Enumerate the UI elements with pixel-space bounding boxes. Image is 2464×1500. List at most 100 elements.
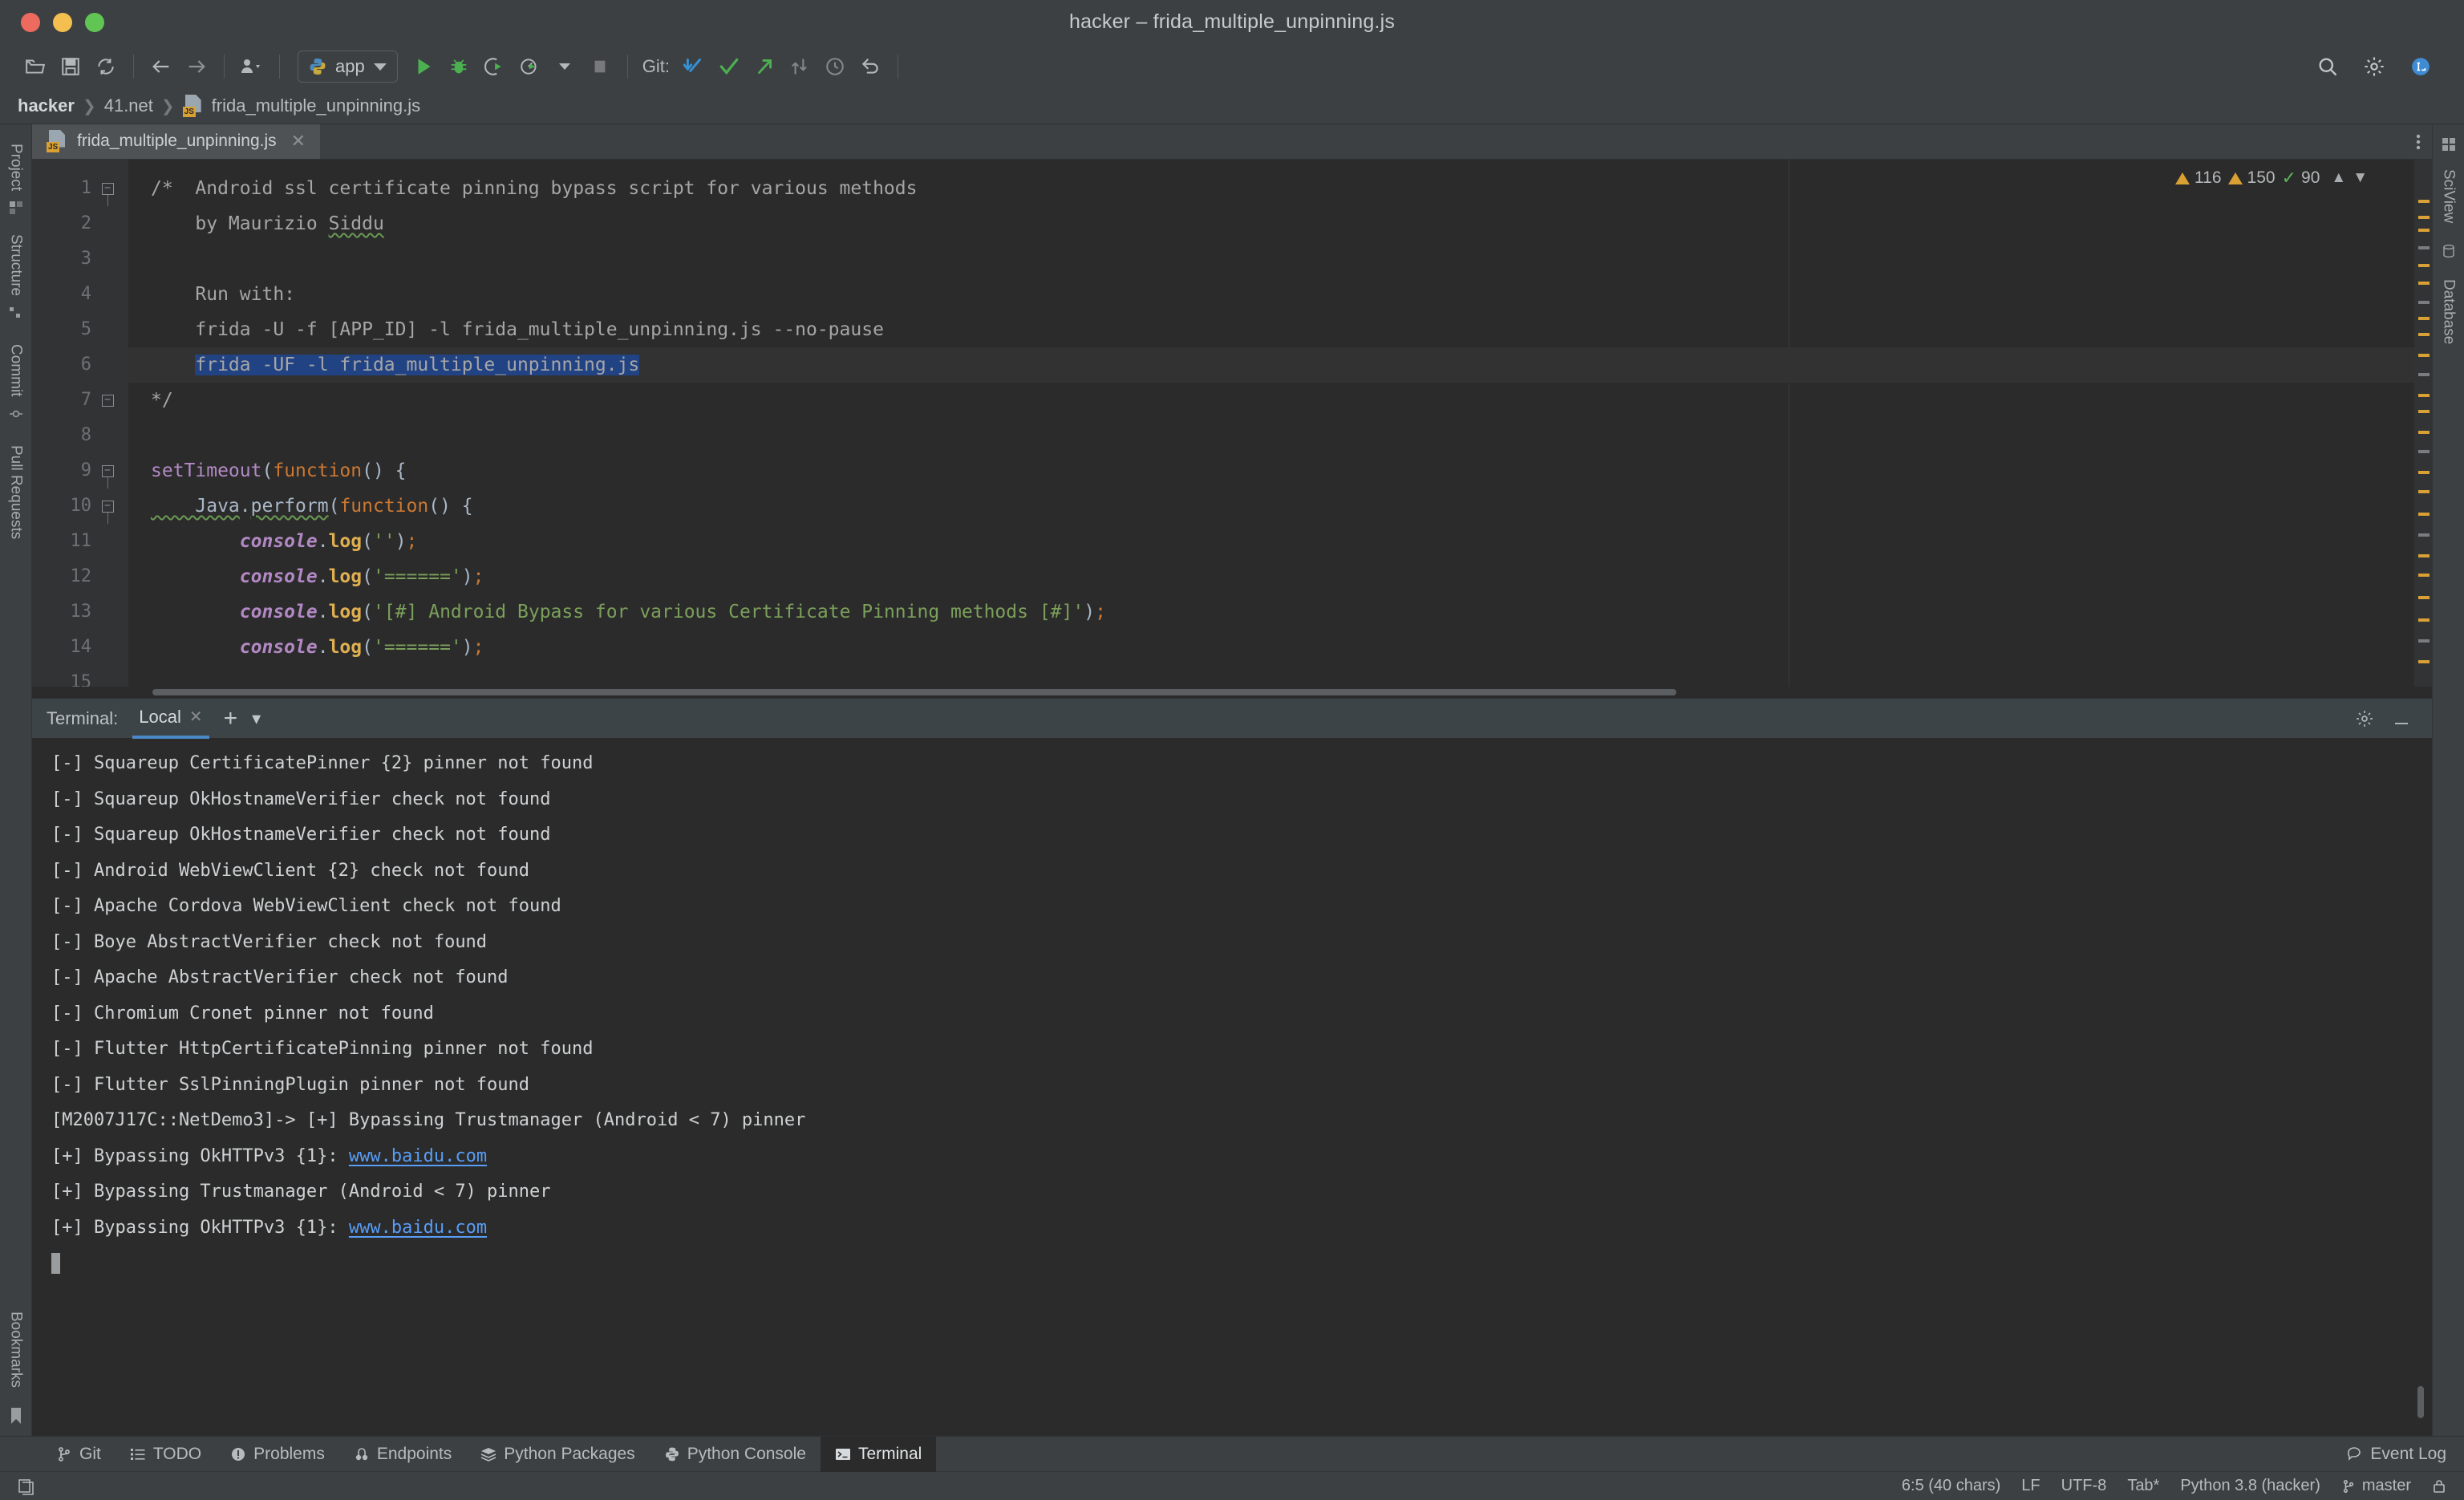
indent-setting[interactable]: Tab* [2127,1477,2159,1495]
run-configuration-selector[interactable]: app [298,50,398,83]
commit-icon[interactable] [711,49,747,84]
layout-icon[interactable] [18,1478,35,1495]
terminal-link[interactable]: www.baidu.com [349,1218,487,1238]
profile-run-icon[interactable] [512,49,547,84]
code-editor[interactable]: 1 2 3 4 5 6 7 8 9 10 11 12 13 14 15 − − … [32,160,2432,692]
breadcrumb-file[interactable]: frida_multiple_unpinning.js [212,95,421,116]
code-line: /* Android ssl certificate pinning bypas… [151,178,918,199]
terminal-line: [-] Apache Cordova WebViewClient check n… [51,896,561,916]
line-number: 13 [70,602,92,622]
toolwindow-label: Problems [253,1444,325,1463]
inspections-widget[interactable]: 116 150 ✓ 90 ▲ ▼ [2175,168,2368,189]
toolwindow-endpoints[interactable]: Endpoints [339,1437,466,1472]
database-icon[interactable] [2442,233,2456,270]
breadcrumb-folder[interactable]: 41.net [104,95,153,116]
debug-icon[interactable] [441,49,476,84]
warning-count-1[interactable]: 116 [2175,168,2222,188]
toolwindow-python-packages[interactable]: Python Packages [466,1437,649,1472]
fold-end-comment[interactable]: − [99,383,116,418]
sidebar-item-bookmarks[interactable]: Bookmarks [7,1302,25,1397]
sidebar-item-database[interactable]: Database [2440,270,2458,354]
tab-frida-multiple-unpinning[interactable]: JS frida_multiple_unpinning.js ✕ [32,124,321,159]
stop-icon[interactable] [582,49,618,84]
editor-horizontal-scrollbar[interactable] [32,687,2432,698]
settings-icon[interactable] [2357,49,2392,84]
search-icon[interactable] [2310,49,2345,84]
chevron-down-icon[interactable]: ▼ [2353,169,2368,187]
sidebar-item-commit[interactable]: Commit [7,320,25,406]
git-branch-indicator[interactable]: master [2341,1477,2411,1495]
terminal-line: [-] Squareup CertificatePinner {2} pinne… [51,753,594,773]
sidebar-item-structure[interactable]: Structure [7,215,25,306]
forward-arrow-icon[interactable] [179,49,214,84]
fold-toggle-comment[interactable]: − [99,171,116,206]
code-content[interactable]: 116 150 ✓ 90 ▲ ▼ /* Android ssl certific… [128,160,2414,687]
terminal-icon [835,1446,851,1462]
run-coverage-icon[interactable] [476,49,512,84]
branch-icon[interactable] [782,49,817,84]
toolwindow-git[interactable]: Git [42,1437,116,1472]
close-icon[interactable]: ✕ [291,131,306,152]
toolwindow-problems[interactable]: Problems [216,1437,339,1472]
git-branch-label: master [2361,1477,2411,1494]
scrollbar-thumb[interactable] [152,689,1676,695]
stripe-grid-icon[interactable] [2442,132,2456,156]
terminal-line: [-] Android WebViewClient {2} check not … [51,860,530,881]
history-icon[interactable] [817,49,853,84]
python-interpreter[interactable]: Python 3.8 (hacker) [2180,1477,2320,1495]
sidebar-item-sciview[interactable]: SciView [2440,156,2458,233]
push-icon[interactable] [747,49,782,84]
toolwindow-label: Python Console [687,1444,806,1463]
event-log-button[interactable]: Event Log [2346,1445,2464,1464]
editor-column: JS frida_multiple_unpinning.js ✕ 1 2 3 4… [32,124,2432,1436]
terminal-header-actions [2355,709,2417,728]
toolwindow-todo[interactable]: TODO [116,1437,216,1472]
lock-icon[interactable] [2432,1478,2446,1494]
chevron-down-icon[interactable] [547,49,582,84]
terminal-tab-local[interactable]: Local ✕ [132,699,209,739]
inspection-ok-count[interactable]: ✓ 90 [2282,168,2320,189]
terminal-line: [-] Boye AbstractVerifier check not foun… [51,931,488,952]
caret-position[interactable]: 6:5 (40 chars) [1902,1477,2000,1495]
ide-icon[interactable] [2403,49,2438,84]
settings-icon[interactable] [2355,709,2374,728]
save-icon[interactable] [53,49,88,84]
terminal-cursor [51,1253,60,1274]
fold-toggle-javaperform[interactable]: − [99,489,116,524]
terminal-scrollbar-thumb[interactable] [2417,1386,2424,1418]
chevron-up-icon[interactable]: ▲ [2331,169,2346,187]
tab-more-options-button[interactable] [2416,124,2432,159]
open-folder-icon[interactable] [18,49,53,84]
close-icon[interactable]: ✕ [189,707,203,727]
rollback-icon[interactable] [853,49,888,84]
breadcrumb-root[interactable]: hacker [18,95,75,116]
minimize-icon[interactable] [2392,709,2411,728]
editor-marker-scrollbar[interactable] [2414,160,2432,687]
update-project-icon[interactable] [676,49,711,84]
toolwindow-python-console[interactable]: Python Console [650,1437,821,1472]
chevron-down-icon[interactable]: ▾ [252,708,261,729]
terminal-label: Terminal: [47,707,119,728]
fold-toggle-settimeout[interactable]: − [99,453,116,489]
terminal-line: [M2007J17C::NetDemo3]-> [+] Bypassing Tr… [51,1110,806,1130]
terminal-line: [+] Bypassing OkHTTPv3 {1}: www.baidu.co… [51,1139,2432,1175]
sidebar-item-project[interactable]: Project [7,134,25,201]
balloon-icon [2346,1446,2362,1462]
chevron-down-icon[interactable] [373,62,387,71]
breadcrumb-separator: ❯ [160,97,175,116]
terminal-link[interactable]: www.baidu.com [349,1146,487,1166]
new-terminal-button[interactable]: + [224,706,238,731]
sync-icon[interactable] [88,49,124,84]
back-arrow-icon[interactable] [144,49,179,84]
line-number: 8 [80,425,91,445]
sidebar-item-pull-requests[interactable]: Pull Requests [7,421,25,549]
terminal-output[interactable]: [-] Squareup CertificatePinner {2} pinne… [32,738,2432,1436]
line-separator[interactable]: LF [2021,1477,2040,1495]
run-icon[interactable] [406,49,441,84]
code-line: console.log('[#] Android Bypass for vari… [151,602,1106,622]
profile-icon[interactable] [234,49,270,84]
editor-gutter[interactable]: 1 2 3 4 5 6 7 8 9 10 11 12 13 14 15 − − … [32,160,128,692]
file-encoding[interactable]: UTF-8 [2061,1477,2107,1495]
toolwindow-terminal[interactable]: Terminal [820,1436,937,1472]
warning-count-2[interactable]: 150 [2227,168,2276,188]
